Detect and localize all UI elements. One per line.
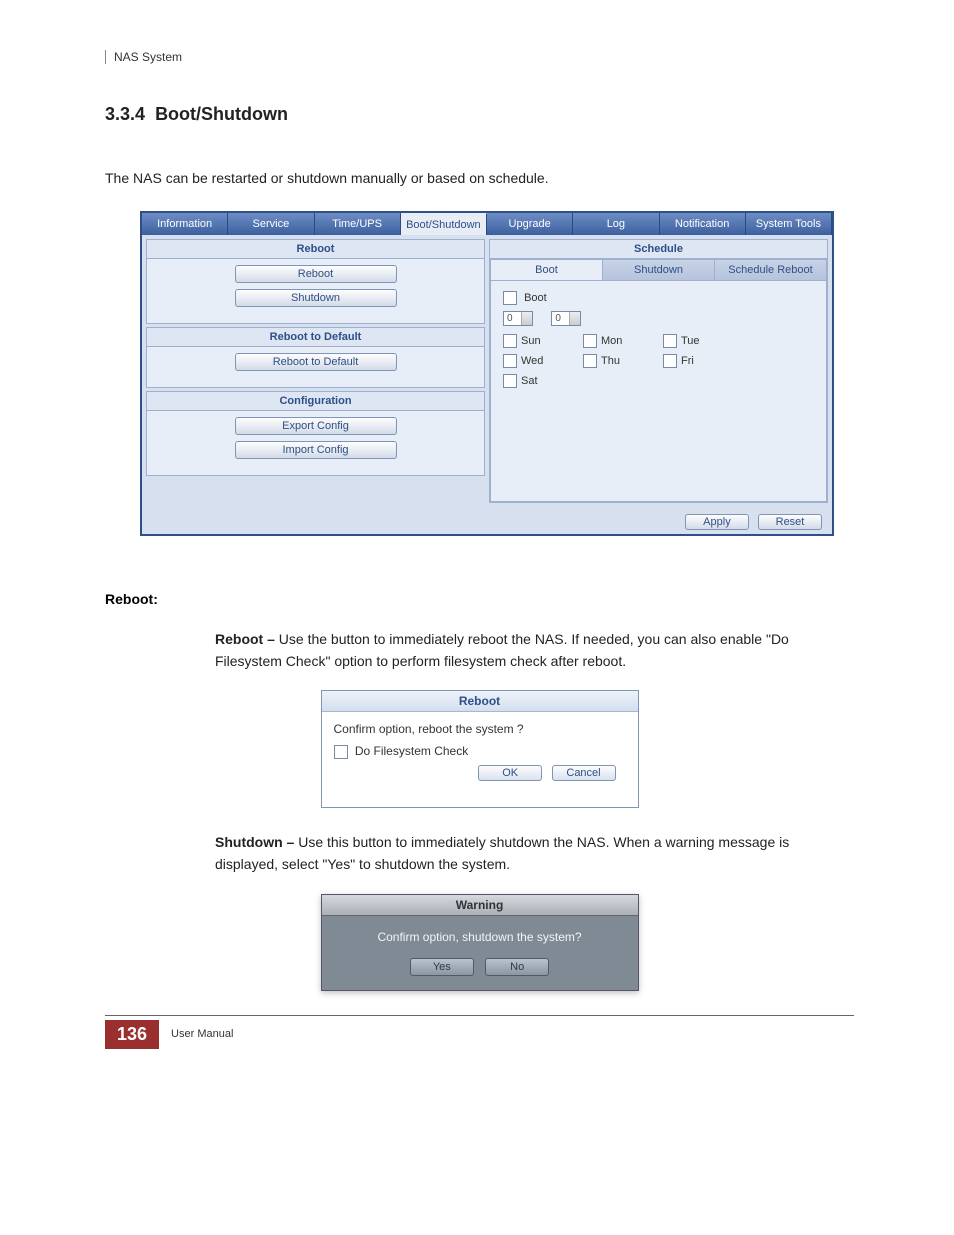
day-fri-checkbox[interactable] (663, 354, 677, 368)
minute-spinner[interactable]: 0 (551, 311, 581, 326)
schedule-box: Schedule Boot Shutdown Schedule Reboot B… (489, 239, 828, 503)
shutdown-lead: Shutdown – (215, 834, 294, 850)
tab-upgrade[interactable]: Upgrade (487, 213, 573, 235)
reboot-box: Reboot Reboot Shutdown (146, 239, 485, 324)
page-header: NAS System (105, 50, 854, 64)
tab-time-ups[interactable]: Time/UPS (315, 213, 401, 235)
days-group: Sun Mon Tue Wed Thu Fri Sat (503, 334, 814, 388)
reboot-button[interactable]: Reboot (235, 265, 397, 283)
reset-button[interactable]: Reset (758, 514, 822, 530)
reboot-dialog: Reboot Confirm option, reboot the system… (321, 690, 639, 808)
warning-msg: Confirm option, shutdown the system? (322, 916, 638, 950)
shutdown-desc-text: Use this button to immediately shutdown … (215, 834, 789, 872)
reboot-dialog-msg: Confirm option, reboot the system ? (334, 722, 626, 736)
import-config-button[interactable]: Import Config (235, 441, 397, 459)
page-footer: 136 User Manual (105, 1015, 854, 1049)
apply-button[interactable]: Apply (685, 514, 749, 530)
reboot-description: Reboot – Use the button to immediately r… (215, 629, 854, 672)
boot-checkbox[interactable] (503, 291, 517, 305)
reboot-ok-button[interactable]: OK (478, 765, 542, 781)
shutdown-description: Shutdown – Use this button to immediatel… (215, 832, 854, 875)
warning-no-button[interactable]: No (485, 958, 549, 976)
config-box-title: Configuration (147, 392, 484, 411)
warning-yes-button[interactable]: Yes (410, 958, 474, 976)
intro-text: The NAS can be restarted or shutdown man… (105, 170, 854, 186)
reboot-default-title: Reboot to Default (147, 328, 484, 347)
day-sat-label: Sat (521, 375, 538, 387)
fs-check-checkbox[interactable] (334, 745, 348, 759)
schedule-subtabs: Boot Shutdown Schedule Reboot (490, 259, 827, 280)
warning-dialog: Warning Confirm option, shutdown the sys… (321, 894, 639, 991)
fs-check-label: Do Filesystem Check (355, 744, 468, 758)
day-thu-checkbox[interactable] (583, 354, 597, 368)
day-tue-label: Tue (681, 335, 700, 347)
shutdown-button[interactable]: Shutdown (235, 289, 397, 307)
tab-service[interactable]: Service (228, 213, 314, 235)
day-thu-label: Thu (601, 355, 620, 367)
day-sun-checkbox[interactable] (503, 334, 517, 348)
right-column: Schedule Boot Shutdown Schedule Reboot B… (489, 239, 828, 530)
subtab-schedule-reboot[interactable]: Schedule Reboot (715, 260, 826, 280)
section-name: Boot/Shutdown (155, 104, 288, 124)
left-column: Reboot Reboot Shutdown Reboot to Default… (146, 239, 485, 530)
reboot-cancel-button[interactable]: Cancel (552, 765, 616, 781)
day-sat-checkbox[interactable] (503, 374, 517, 388)
tab-boot-shutdown[interactable]: Boot/Shutdown (401, 213, 487, 235)
reboot-desc-text: Use the button to immediately reboot the… (215, 631, 789, 669)
export-config-button[interactable]: Export Config (235, 417, 397, 435)
day-mon-label: Mon (601, 335, 622, 347)
section-title: 3.3.4 Boot/Shutdown (105, 104, 854, 125)
subtab-shutdown[interactable]: Shutdown (603, 260, 715, 280)
reboot-lead: Reboot – (215, 631, 275, 647)
boot-checkbox-label: Boot (524, 292, 547, 304)
day-wed-label: Wed (521, 355, 543, 367)
hour-spinner[interactable]: 0 (503, 311, 533, 326)
tab-notification[interactable]: Notification (660, 213, 746, 235)
page-number: 136 (105, 1020, 159, 1049)
day-fri-label: Fri (681, 355, 694, 367)
top-tabs: Information Service Time/UPS Boot/Shutdo… (142, 213, 832, 235)
footer-label: User Manual (171, 1028, 233, 1040)
reboot-dialog-title: Reboot (322, 691, 638, 712)
tab-log[interactable]: Log (573, 213, 659, 235)
section-number: 3.3.4 (105, 104, 145, 124)
reboot-box-title: Reboot (147, 240, 484, 259)
boot-schedule-body: Boot 0 0 Sun Mon Tue Wed Thu (490, 280, 827, 502)
settings-panel: Information Service Time/UPS Boot/Shutdo… (140, 211, 834, 536)
schedule-title: Schedule (490, 240, 827, 259)
schedule-actions: Apply Reset (489, 506, 828, 530)
day-sun-label: Sun (521, 335, 541, 347)
day-tue-checkbox[interactable] (663, 334, 677, 348)
subtab-boot[interactable]: Boot (491, 260, 603, 280)
config-box: Configuration Export Config Import Confi… (146, 391, 485, 476)
warning-title: Warning (322, 895, 638, 916)
day-mon-checkbox[interactable] (583, 334, 597, 348)
reboot-default-box: Reboot to Default Reboot to Default (146, 327, 485, 388)
tab-information[interactable]: Information (142, 213, 228, 235)
reboot-default-button[interactable]: Reboot to Default (235, 353, 397, 371)
reboot-heading: Reboot: (105, 591, 854, 607)
tab-system-tools[interactable]: System Tools (746, 213, 832, 235)
day-wed-checkbox[interactable] (503, 354, 517, 368)
